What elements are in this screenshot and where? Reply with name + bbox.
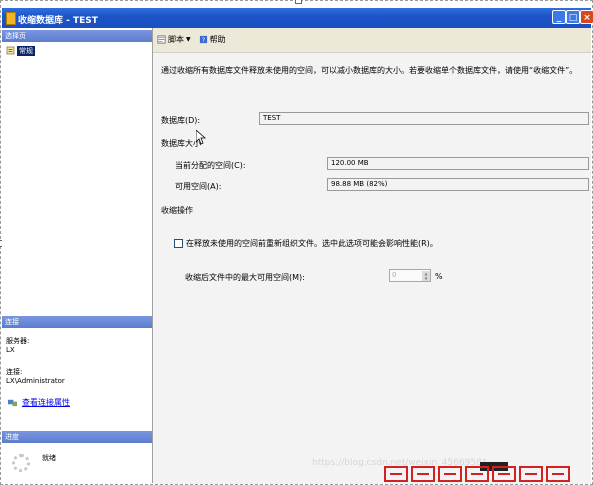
left-pane: 选择页 常规 连接 服务器: LX 连接: LX\Administrator 查… [2, 28, 153, 483]
resize-handle-top[interactable] [295, 0, 302, 4]
view-connection-properties-link[interactable]: 查看连接属性 [8, 397, 70, 408]
help-label: 帮助 [209, 34, 226, 44]
progress-header: 进度 [2, 431, 152, 443]
database-field: TEST [259, 112, 589, 125]
page-item-label: 常规 [17, 45, 35, 56]
script-button[interactable]: 脚本 ▼ [157, 34, 191, 45]
database-size-heading: 数据库大小 [161, 139, 201, 148]
title-bar: 收缩数据库 - TEST _ □ × [2, 8, 593, 28]
allocated-space-label: 当前分配的空间(C): [175, 161, 246, 170]
brand-logo [384, 462, 591, 483]
minimize-button[interactable]: _ [552, 10, 566, 24]
connection-label: 连接: [6, 368, 23, 376]
progress-status: 就绪 [42, 454, 56, 462]
select-page-header: 选择页 [2, 30, 152, 42]
connection-header: 连接 [2, 316, 152, 328]
view-connection-properties-label: 查看连接属性 [22, 398, 70, 407]
allocated-space-field: 120.00 MB [327, 157, 589, 170]
svg-text:?: ? [201, 37, 204, 44]
chevron-down-icon: ▼ [186, 35, 191, 43]
page-icon [6, 46, 15, 55]
max-free-space-spinner[interactable]: 0 ▲ ▼ [389, 269, 431, 282]
database-icon [6, 12, 16, 25]
connection-value: LX\Administrator [6, 377, 65, 385]
help-button[interactable]: ? 帮助 [199, 34, 226, 45]
percent-unit: % [435, 272, 443, 281]
max-free-space-value: 0 [392, 271, 397, 279]
maximize-button[interactable]: □ [566, 10, 580, 24]
window-title: 收缩数据库 - TEST [18, 16, 98, 26]
description-text: 通过收缩所有数据库文件释放未使用的空间，可以减小数据库的大小。若要收缩单个数据库… [161, 66, 578, 75]
content-area: 通过收缩所有数据库文件释放未使用的空间，可以减小数据库的大小。若要收缩单个数据库… [153, 52, 591, 484]
main-pane: 脚本 ▼ ? 帮助 通过收缩所有数据库文件释放未使用的空间，可以减小数据库的大小… [153, 28, 591, 484]
available-space-label: 可用空间(A): [175, 182, 222, 191]
reorganize-label[interactable]: 在释放未使用的空间前重新组织文件。选中此选项可能会影响性能(R)。 [186, 238, 438, 249]
help-icon: ? [199, 35, 207, 44]
reorganize-checkbox[interactable] [174, 239, 183, 248]
max-free-space-label: 收缩后文件中的最大可用空间(M): [185, 273, 305, 282]
server-label: 服务器: [6, 337, 30, 345]
script-icon [157, 35, 166, 43]
script-label: 脚本 [168, 34, 184, 44]
database-label: 数据库(D): [161, 116, 201, 125]
page-item-general[interactable]: 常规 [6, 45, 35, 56]
connection-properties-icon [8, 399, 17, 407]
mouse-cursor-icon [196, 130, 206, 145]
toolbar: 脚本 ▼ ? 帮助 [153, 28, 591, 50]
available-space-field: 98.88 MB (82%) [327, 178, 589, 191]
shrink-operations-heading: 收缩操作 [161, 206, 193, 215]
close-button[interactable]: × [580, 10, 593, 24]
server-value: LX [6, 346, 15, 354]
spin-down-icon[interactable]: ▼ [422, 276, 430, 281]
progress-spinner-icon [12, 454, 30, 472]
